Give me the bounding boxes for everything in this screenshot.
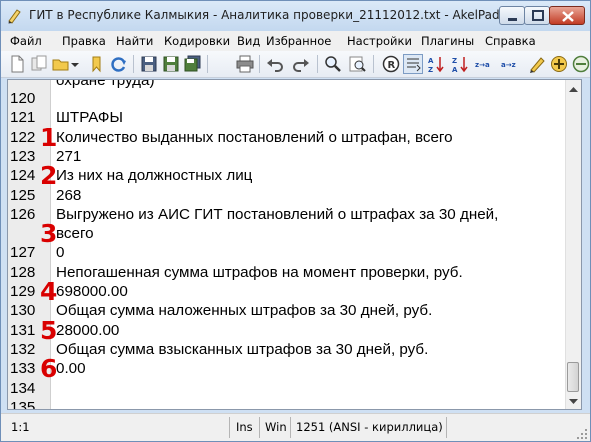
annotation-marker: 3 <box>40 219 58 249</box>
codepage: 1251 (ANSI - кириллица) <box>296 420 443 434</box>
akelpad-icon <box>7 8 23 24</box>
copy-icon[interactable] <box>29 54 49 74</box>
scrollbar-thumb[interactable] <box>567 362 579 392</box>
text-line[interactable]: Общая сумма наложенных штрафов за 30 дне… <box>56 302 432 319</box>
replace-icon[interactable] <box>347 54 367 74</box>
svg-text:Z: Z <box>452 57 457 65</box>
line-number: 135 <box>10 398 36 410</box>
annotation-marker: 2 <box>40 161 58 191</box>
refresh-icon[interactable] <box>109 54 129 74</box>
status-divider <box>290 417 291 438</box>
save-icon[interactable] <box>139 54 159 74</box>
toolbar-separator <box>259 55 260 73</box>
maximize-icon <box>532 10 544 21</box>
toolbar: R AZ ZA z→a a→z <box>1 51 590 78</box>
no-entry-icon[interactable] <box>571 54 590 74</box>
text-line[interactable]: всего <box>56 225 94 242</box>
akelpad-window: ГИТ в Республике Калмыкия - Аналитика пр… <box>0 0 591 442</box>
menu-plugins[interactable]: Плагины <box>421 34 474 48</box>
text-line[interactable]: Из них на должностных лиц <box>56 167 252 184</box>
menu-help[interactable]: Справка <box>485 34 536 48</box>
menu-file[interactable]: Файл <box>10 34 42 48</box>
text-editor[interactable]: охране труда) 120 121 ШТРАФЫ 122 Количество … <box>7 79 582 410</box>
edit-pencil-icon[interactable] <box>527 54 547 74</box>
text-line[interactable]: Количество выданных постановлений о штра… <box>56 129 453 146</box>
sort-desc-icon[interactable]: ZA <box>451 54 471 74</box>
transliterate-a-ya-icon[interactable]: a→z <box>501 54 521 74</box>
redo-icon[interactable] <box>291 54 311 74</box>
newline-format: Win <box>265 420 287 434</box>
status-bar: 1:1 Ins Win 1251 (ANSI - кириллица) <box>1 413 590 441</box>
annotation-marker: 4 <box>40 277 58 306</box>
print-icon[interactable] <box>235 54 255 74</box>
transliterate-a-z-icon[interactable]: z→a <box>475 54 495 74</box>
text-line[interactable]: Выгружено из АИС ГИТ постановлений о штр… <box>56 206 498 223</box>
open-folder-icon[interactable] <box>51 54 71 74</box>
sort-asc-icon[interactable]: AZ <box>427 54 447 74</box>
toolbar-separator <box>133 55 134 73</box>
text-area[interactable]: охране труда) 120 121 ШТРАФЫ 122 Количество … <box>8 80 568 409</box>
menu-encodings[interactable]: Кодировки <box>164 34 230 48</box>
toolbar-separator <box>317 55 318 73</box>
scroll-up-icon[interactable] <box>568 82 579 96</box>
svg-text:Z: Z <box>428 66 433 74</box>
minimize-icon <box>508 18 517 21</box>
menu-edit[interactable]: Правка <box>62 34 106 48</box>
text-line[interactable]: 271 <box>56 148 81 165</box>
text-line[interactable]: ШТРАФЫ <box>56 109 123 126</box>
menu-view[interactable]: Вид <box>237 34 260 48</box>
cursor-position: 1:1 <box>11 420 30 434</box>
svg-text:A: A <box>452 66 458 74</box>
vertical-scrollbar[interactable] <box>565 80 581 409</box>
maximize-button[interactable] <box>524 6 550 25</box>
svg-text:R: R <box>388 60 396 71</box>
status-divider <box>229 417 230 438</box>
text-line[interactable]: 268 <box>56 187 81 204</box>
word-wrap-icon[interactable] <box>403 54 423 74</box>
text-line[interactable]: Общая сумма взысканных штрафов за 30 дне… <box>56 341 428 358</box>
toolbar-separator <box>207 55 208 73</box>
bookmark-icon[interactable] <box>87 54 107 74</box>
toolbar-separator <box>373 55 374 73</box>
save-all-icon[interactable] <box>183 54 203 74</box>
status-divider <box>259 417 260 438</box>
partial-top-line: охране труда) <box>56 79 155 89</box>
title-bar[interactable]: ГИТ в Республике Калмыкия - Аналитика пр… <box>1 1 590 31</box>
annotation-marker: 6 <box>40 354 58 384</box>
menu-bar: Файл Правка Найти Кодировки Вид Избранно… <box>1 31 590 51</box>
close-button[interactable] <box>549 6 585 25</box>
line-number: 120 <box>10 90 36 107</box>
dropdown-arrow-icon[interactable] <box>69 54 81 74</box>
annotation-marker: 5 <box>40 315 58 345</box>
window-title: ГИТ в Республике Калмыкия - Аналитика пр… <box>29 8 500 22</box>
find-icon[interactable] <box>323 54 343 74</box>
save-as-icon[interactable] <box>161 54 181 74</box>
text-line[interactable]: Непогашенная сумма штрафов на момент про… <box>56 264 463 281</box>
minimize-button[interactable] <box>499 6 525 25</box>
close-icon <box>562 11 574 22</box>
text-line[interactable]: 28000.00 <box>56 322 119 339</box>
add-icon[interactable] <box>549 54 569 74</box>
undo-icon[interactable] <box>265 54 285 74</box>
resize-grip-icon[interactable] <box>576 428 588 440</box>
text-line[interactable]: 0.00 <box>56 360 86 377</box>
insert-mode: Ins <box>236 420 253 434</box>
annotation-marker: 1 <box>40 122 58 152</box>
svg-text:A: A <box>428 57 434 65</box>
svg-text:z→a: z→a <box>475 61 490 69</box>
menu-find[interactable]: Найти <box>116 34 153 48</box>
scroll-down-icon[interactable] <box>568 394 579 408</box>
text-line[interactable]: 698000.00 <box>56 283 128 300</box>
menu-favorites[interactable]: Избранное <box>266 34 331 48</box>
status-divider <box>446 417 447 438</box>
new-file-icon[interactable] <box>7 54 27 74</box>
menu-settings[interactable]: Настройки <box>347 34 412 48</box>
svg-text:a→z: a→z <box>501 61 516 69</box>
registered-icon[interactable]: R <box>381 54 401 74</box>
